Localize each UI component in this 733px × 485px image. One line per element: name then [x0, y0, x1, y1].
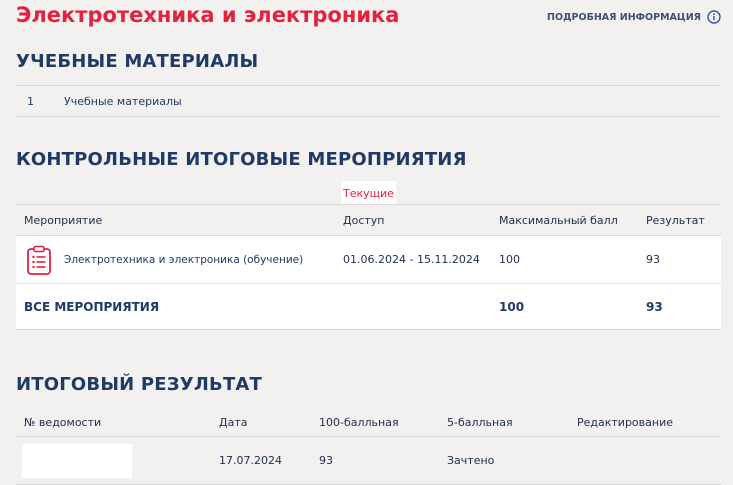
total-max-score: 100 [499, 299, 525, 314]
events-table: Мероприятие Доступ Максимальный балл Рез… [16, 204, 721, 330]
column-header[interactable]: Доступ [343, 214, 499, 227]
events-title: КОНТРОЛЬНЫЕ ИТОГОВЫЕ МЕРОПРИЯТИЯ [16, 149, 467, 170]
column-header[interactable]: Редактирование [577, 416, 721, 429]
column-header[interactable]: Дата [219, 416, 319, 429]
list-item[interactable]: 1 Учебные материалы [16, 86, 721, 116]
table-header: № ведомости Дата 100-балльная 5-балльная… [16, 408, 721, 437]
table-row: 17.07.2024 93 Зачтено [16, 437, 721, 485]
result-score: 93 [646, 253, 660, 266]
total-row: ВСЕ МЕРОПРИЯТИЯ 100 93 [16, 283, 721, 330]
page-title: Электротехника и электроника [16, 3, 400, 27]
event-link[interactable]: Электротехника и электроника (обучение) [64, 254, 303, 266]
access-period: 01.06.2024 - 15.11.2024 [343, 253, 480, 266]
result-date: 17.07.2024 [219, 454, 282, 467]
materials-link[interactable]: Учебные материалы [64, 95, 182, 108]
table-header: Мероприятие Доступ Максимальный балл Рез… [16, 204, 721, 236]
final-result-table: № ведомости Дата 100-балльная 5-балльная… [16, 408, 721, 485]
clipboard-icon [27, 245, 51, 275]
total-label: ВСЕ МЕРОПРИЯТИЯ [24, 299, 160, 314]
column-header[interactable]: № ведомости [16, 416, 219, 429]
column-header[interactable]: Результат [646, 214, 721, 227]
sheet-number-field [22, 443, 132, 478]
tab-current[interactable]: Текущие [341, 181, 396, 205]
materials-title: УЧЕБНЫЕ МАТЕРИАЛЫ [16, 51, 259, 72]
score-100: 93 [319, 454, 333, 467]
details-link-label: ПОДРОБНАЯ ИНФОРМАЦИЯ [547, 11, 701, 23]
column-header[interactable]: Максимальный балл [499, 214, 646, 227]
column-header[interactable]: 5-балльная [447, 416, 577, 429]
final-result-title: ИТОГОВЫЙ РЕЗУЛЬТАТ [16, 374, 263, 395]
divider [16, 116, 721, 117]
list-item-number: 1 [27, 94, 34, 108]
score-5: Зачтено [447, 454, 495, 467]
info-icon [707, 10, 721, 24]
details-link[interactable]: ПОДРОБНАЯ ИНФОРМАЦИЯ [547, 10, 721, 24]
total-result: 93 [646, 299, 663, 314]
max-score: 100 [499, 253, 520, 266]
column-header[interactable]: 100-балльная [319, 416, 447, 429]
column-header[interactable]: Мероприятие [16, 214, 343, 227]
table-row[interactable]: Электротехника и электроника (обучение) … [16, 236, 721, 283]
